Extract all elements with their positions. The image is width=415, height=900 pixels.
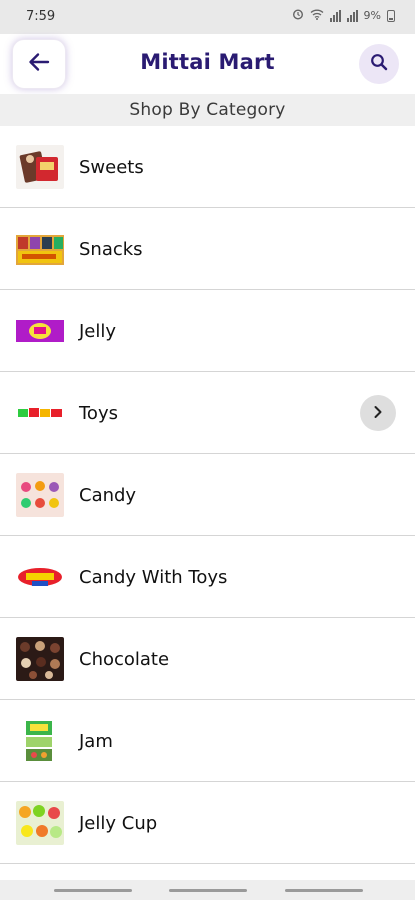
battery-percentage: 9% — [363, 9, 381, 22]
signal-icon — [329, 9, 341, 22]
sweets-thumbnail — [16, 145, 64, 189]
candy-thumbnail — [16, 473, 64, 517]
jelly-cup-thumbnail — [16, 801, 64, 845]
toys-thumbnail — [16, 391, 64, 435]
category-row-candy[interactable]: Candy — [0, 454, 415, 536]
nav-handle-left[interactable] — [54, 889, 132, 892]
alarm-icon — [292, 8, 304, 23]
status-icons: 9% — [292, 8, 395, 23]
section-header: Shop By Category — [0, 94, 415, 126]
category-label: Jelly Cup — [79, 813, 158, 834]
gesture-nav-bar — [0, 880, 415, 900]
page-title: Mittai Mart — [140, 50, 275, 74]
snacks-thumbnail — [16, 227, 64, 271]
category-row-toys[interactable]: Toys — [0, 372, 415, 454]
status-time: 7:59 — [26, 9, 56, 24]
category-row-chocolate[interactable]: Chocolate — [0, 618, 415, 700]
nav-handle-right[interactable] — [285, 889, 363, 892]
jelly-thumbnail — [16, 309, 64, 353]
status-bar: 7:59 9% — [0, 0, 415, 34]
category-label: Jam — [79, 731, 113, 752]
chocolate-thumbnail — [16, 637, 64, 681]
category-list: Sweets Snacks Jelly Toys Candy Candy Wit… — [0, 126, 415, 864]
candy-with-toys-thumbnail — [16, 555, 64, 599]
wifi-icon — [310, 8, 324, 23]
category-label: Candy With Toys — [79, 567, 228, 588]
category-label: Jelly — [79, 321, 117, 342]
chevron-right-icon — [372, 404, 384, 423]
category-row-jelly[interactable]: Jelly — [0, 290, 415, 372]
signal-icon-2 — [346, 9, 358, 22]
chevron-right-button[interactable] — [360, 395, 396, 431]
category-row-jelly-cup[interactable]: Jelly Cup — [0, 782, 415, 864]
search-icon — [370, 53, 388, 75]
category-label: Snacks — [79, 239, 143, 260]
search-button[interactable] — [359, 44, 399, 84]
app-bar: Mittai Mart — [0, 34, 415, 94]
category-row-jam[interactable]: Jam — [0, 700, 415, 782]
category-row-candy-with-toys[interactable]: Candy With Toys — [0, 536, 415, 618]
nav-handle-center[interactable] — [169, 889, 247, 892]
category-row-snacks[interactable]: Snacks — [0, 208, 415, 290]
category-label: Chocolate — [79, 649, 170, 670]
category-label: Toys — [79, 403, 118, 424]
category-row-sweets[interactable]: Sweets — [0, 126, 415, 208]
category-label: Candy — [79, 485, 137, 506]
category-label: Sweets — [79, 157, 144, 178]
jam-thumbnail — [16, 719, 64, 763]
battery-icon — [387, 9, 395, 22]
